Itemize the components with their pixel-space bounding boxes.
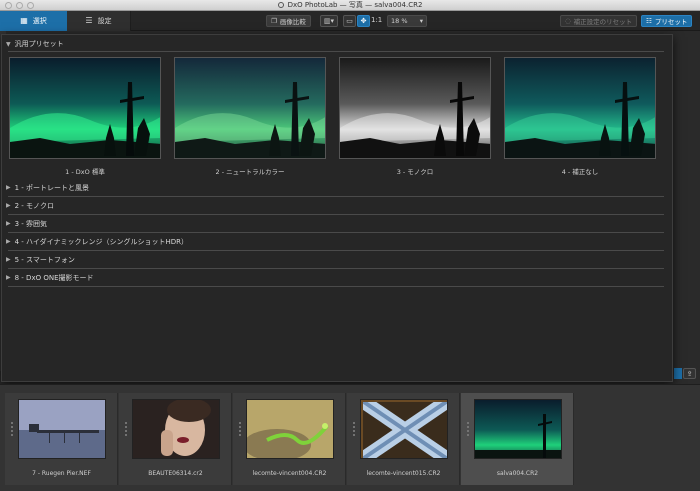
share-icon: ⇪ bbox=[686, 369, 693, 378]
view-mode-icon: ▥▾ bbox=[323, 17, 335, 25]
category-item[interactable]: ▶ 1 - ポートレートと風景 bbox=[2, 179, 672, 197]
zoom-value: 18 % bbox=[391, 17, 408, 25]
preset-label: 1 - DxO 標準 bbox=[65, 168, 105, 176]
view-mode-dropdown[interactable]: ▥▾ bbox=[320, 15, 338, 27]
tab-settings-label: 設定 bbox=[97, 16, 112, 25]
category-label: 3 - 雰囲気 bbox=[14, 219, 48, 228]
filmstrip-thumbnail bbox=[360, 399, 448, 459]
zoom-select[interactable]: 18 % ▾ bbox=[387, 15, 427, 27]
minimize-window-button[interactable] bbox=[16, 2, 23, 9]
preset-thumbnail bbox=[9, 57, 161, 159]
close-window-button[interactable] bbox=[5, 2, 12, 9]
drag-handle[interactable] bbox=[124, 421, 128, 437]
frame-icon: ▭ bbox=[346, 17, 353, 25]
reset-icon: ◌ bbox=[565, 17, 571, 25]
preset-label: 2 - ニュートラルカラー bbox=[215, 168, 285, 176]
category-item[interactable]: ▶ 2 - モノクロ bbox=[2, 197, 672, 215]
one-to-one-button[interactable]: 1:1 bbox=[371, 16, 382, 24]
window-controls[interactable] bbox=[5, 2, 34, 9]
window-title: DxO PhotoLab — 写真 — salva004.CR2 bbox=[287, 1, 423, 9]
grid-icon: ▦ bbox=[20, 16, 28, 25]
filmstrip-item[interactable]: lecomte-vincent015.CR2 bbox=[347, 393, 460, 485]
crop-view-button[interactable]: ▭ bbox=[343, 15, 356, 27]
category-label: 1 - ポートレートと風景 bbox=[14, 183, 90, 192]
triangle-right-icon: ▶ bbox=[6, 184, 11, 191]
presets-icon: ☷ bbox=[646, 17, 652, 25]
move-icon: ✥ bbox=[360, 17, 367, 25]
filmstrip-item[interactable]: 7 - Ruegen Pier.NEF bbox=[5, 393, 118, 485]
category-item[interactable]: ▶ 5 - スマートフォン bbox=[2, 251, 672, 269]
preset-category-list: ▶ 1 - ポートレートと風景 ▶ 2 - モノクロ ▶ 3 - 雰囲気 ▶ 4 - ハ… bbox=[2, 179, 672, 287]
tab-select-label: 選択 bbox=[32, 16, 47, 25]
category-item[interactable]: ▶ 8 - DxO ONE撮影モード bbox=[2, 269, 672, 287]
category-label: 8 - DxO ONE撮影モード bbox=[14, 273, 94, 282]
preset-thumbnail bbox=[174, 57, 326, 159]
triangle-right-icon: ▶ bbox=[6, 256, 11, 263]
share-button[interactable]: ⇪ bbox=[683, 368, 696, 379]
filmstrip-filename: BEAUTE06314.cr2 bbox=[148, 470, 203, 477]
reset-corrections-button[interactable]: ◌ 補正設定のリセット bbox=[560, 15, 638, 27]
right-panel-strip bbox=[674, 31, 700, 371]
reset-label: 補正設定のリセット bbox=[573, 18, 633, 26]
divider bbox=[8, 286, 664, 287]
triangle-right-icon: ▶ bbox=[6, 274, 11, 281]
filmstrip-item-selected[interactable]: salva004.CR2 bbox=[461, 393, 574, 485]
preset-label: 3 - モノクロ bbox=[396, 168, 434, 176]
category-item[interactable]: ▶ 4 - ハイダイナミックレンジ（シングルショットHDR） bbox=[2, 233, 672, 251]
category-label: 2 - モノクロ bbox=[14, 201, 55, 210]
chevron-down-icon: ▾ bbox=[419, 17, 423, 25]
category-label: 4 - ハイダイナミックレンジ（シングルショットHDR） bbox=[14, 237, 189, 246]
accent-bar bbox=[674, 368, 682, 379]
sliders-icon: ☰ bbox=[85, 16, 93, 25]
preset-neutral-color[interactable]: 2 - ニュートラルカラー bbox=[174, 57, 326, 176]
compare-label: 画像比較 bbox=[279, 18, 306, 26]
presets-row: 1 - DxO 標準 2 - ニュートラルカラー 3 - モノクロ 4 - 補正… bbox=[8, 57, 662, 179]
filmstrip-thumbnail bbox=[132, 399, 220, 459]
preset-thumbnail bbox=[339, 57, 491, 159]
divider bbox=[8, 51, 664, 52]
filmstrip-thumbnail bbox=[18, 399, 106, 459]
window-titlebar: DxO PhotoLab — 写真 — salva004.CR2 bbox=[0, 0, 700, 11]
compare-button[interactable]: ❐ 画像比較 bbox=[266, 15, 311, 27]
triangle-right-icon: ▶ bbox=[6, 220, 11, 227]
presets-button[interactable]: ☷ プリセット bbox=[641, 15, 693, 27]
filmstrip-item[interactable]: lecomte-vincent004.CR2 bbox=[233, 393, 346, 485]
drag-handle[interactable] bbox=[238, 421, 242, 437]
triangle-right-icon: ▶ bbox=[6, 202, 11, 209]
filmstrip-filename: 7 - Ruegen Pier.NEF bbox=[32, 470, 91, 477]
preset-thumbnail bbox=[504, 57, 656, 159]
drag-handle[interactable] bbox=[352, 421, 356, 437]
preset-monochrome[interactable]: 3 - モノクロ bbox=[339, 57, 491, 176]
filmstrip: 7 - Ruegen Pier.NEF BEAUTE06314.cr2 leco… bbox=[0, 384, 700, 491]
document-icon bbox=[277, 2, 284, 8]
filmstrip-thumbnail bbox=[246, 399, 334, 459]
preset-no-correction[interactable]: 4 - 補正なし bbox=[504, 57, 656, 176]
drag-handle[interactable] bbox=[466, 421, 470, 437]
presets-label: プリセット bbox=[654, 18, 688, 26]
category-item[interactable]: ▶ 3 - 雰囲気 bbox=[2, 215, 672, 233]
triangle-right-icon: ▶ bbox=[6, 238, 11, 245]
compare-icon: ❐ bbox=[271, 17, 277, 25]
category-label: 5 - スマートフォン bbox=[14, 255, 75, 264]
drag-handle[interactable] bbox=[10, 421, 14, 437]
filmstrip-filename: salva004.CR2 bbox=[496, 470, 539, 477]
filmstrip-item[interactable]: BEAUTE06314.cr2 bbox=[119, 393, 232, 485]
filmstrip-filename: lecomte-vincent015.CR2 bbox=[366, 470, 441, 477]
tab-settings[interactable]: ☰ 設定 bbox=[67, 10, 131, 31]
section-generic-presets[interactable]: ▼ 汎用プリセット bbox=[2, 37, 672, 51]
zoom-window-button[interactable] bbox=[27, 2, 34, 9]
move-tool-button[interactable]: ✥ bbox=[357, 15, 370, 27]
tab-select[interactable]: ▦ 選択 bbox=[0, 10, 67, 31]
filmstrip-filename: lecomte-vincent004.CR2 bbox=[252, 470, 327, 477]
filmstrip-thumbnail bbox=[474, 399, 562, 459]
presets-panel: ▼ 汎用プリセット 1 - DxO 標準 2 - ニュートラルカラー 3 - モ… bbox=[1, 34, 673, 382]
triangle-down-icon: ▼ bbox=[6, 40, 11, 48]
preset-dxo-standard[interactable]: 1 - DxO 標準 bbox=[9, 57, 161, 176]
preset-label: 4 - 補正なし bbox=[561, 168, 599, 176]
section-title: 汎用プリセット bbox=[14, 40, 64, 48]
